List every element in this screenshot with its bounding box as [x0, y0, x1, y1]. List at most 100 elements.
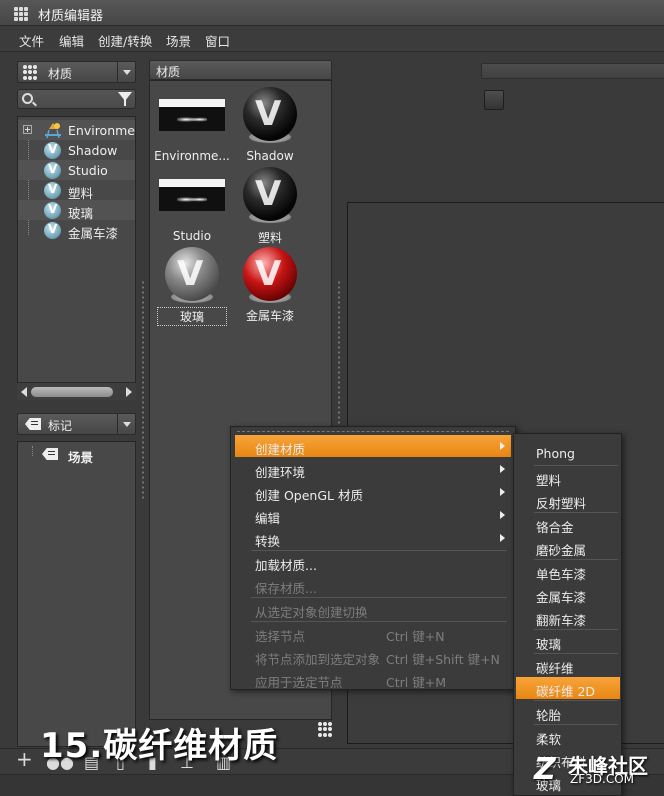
tree-horizontal-scrollbar[interactable]	[17, 382, 136, 400]
thumbnail-plastic[interactable]: V 塑料	[231, 161, 309, 245]
menu-edit[interactable]: 编辑	[59, 31, 84, 50]
preview-toolbar[interactable]	[481, 63, 664, 79]
library-search[interactable]	[17, 89, 136, 109]
tree-item-label: 金属车漆	[68, 226, 119, 241]
thumbnail-shadow[interactable]: V Shadow	[231, 81, 309, 163]
scroll-right-icon[interactable]	[126, 387, 132, 397]
tree-item-plastic[interactable]: 塑料	[18, 180, 135, 201]
ctx-create-material[interactable]: 创建材质	[235, 435, 511, 457]
material-ball: V	[243, 167, 297, 221]
submenu-brushed-metal[interactable]: 磨砂金属	[516, 536, 620, 558]
thumbnail-label: 金属车漆	[245, 309, 294, 323]
preview-toggle[interactable]	[484, 90, 504, 110]
library-dropdown[interactable]: 材质	[17, 61, 136, 83]
filter-icon[interactable]	[118, 92, 132, 106]
thumbnail-glass[interactable]: V 玻璃	[153, 241, 231, 326]
ctx-create-opengl-material[interactable]: 创建 OpenGL 材质	[235, 481, 511, 503]
submenu-chrome[interactable]: 铬合金	[516, 513, 620, 535]
tree-item-label: Shadow	[68, 143, 118, 158]
create-material-submenu: Phong 塑料 反射塑料 铬合金 磨砂金属 单色车漆 金属车漆 翻新车漆 玻璃…	[513, 433, 622, 796]
chevron-down-icon[interactable]	[117, 414, 135, 434]
ctx-select-nodes[interactable]: 选择节点 Ctrl 键+N	[235, 622, 511, 644]
menu-window[interactable]: 窗口	[205, 31, 230, 50]
submenu-unicolor-paint[interactable]: 单色车漆	[516, 560, 620, 582]
tag-item-label: 场景	[68, 450, 94, 465]
thumbnail-label: 玻璃	[157, 307, 227, 326]
tag-icon	[25, 418, 41, 430]
material-v-icon	[44, 162, 61, 179]
tree-item-shadow[interactable]: Shadow	[18, 140, 135, 160]
submenu-arrow-icon	[500, 534, 505, 542]
shortcut: Ctrl 键+M	[386, 675, 446, 690]
thumbnail-metallic-paint[interactable]: V 金属车漆	[231, 241, 309, 323]
submenu-metallic-paint[interactable]: 金属车漆	[516, 583, 620, 605]
tree-item-environment[interactable]: Environment	[18, 120, 135, 140]
submenu-arrow-icon	[500, 488, 505, 496]
environment-preview	[159, 99, 225, 131]
grid-icon	[23, 65, 38, 80]
material-v-icon	[44, 142, 61, 159]
tutorial-caption: 15.碳纤维材质	[40, 726, 279, 766]
scroll-thumb[interactable]	[31, 387, 113, 397]
submenu-glass[interactable]: 玻璃	[516, 630, 620, 652]
add-icon[interactable]: +	[16, 749, 33, 769]
submenu-flip-flop-paint[interactable]: 翻新车漆	[516, 606, 620, 628]
shortcut: Ctrl 键+Shift 键+N	[386, 652, 500, 667]
tags-list: 场景	[17, 441, 136, 747]
tag-item-scene[interactable]: 场景	[18, 444, 135, 465]
ctx-load-material[interactable]: 加载材质...	[235, 551, 511, 573]
ctx-save-material[interactable]: 保存材质...	[235, 574, 511, 596]
watermark: Z 朱峰社区 ZF3D.COM	[530, 750, 660, 790]
material-ball: V	[243, 87, 297, 141]
tear-off-line[interactable]	[237, 431, 509, 432]
submenu-carbon-fiber-2d[interactable]: 碳纤维 2D	[516, 677, 620, 699]
submenu-carbon-fiber[interactable]: 碳纤维	[516, 654, 620, 676]
tree-item-studio[interactable]: Studio	[18, 160, 135, 180]
menu-create-convert[interactable]: 创建/转换	[98, 31, 152, 50]
submenu-reflective-plastic[interactable]: 反射塑料	[516, 489, 620, 511]
thumbnails-header: 材质	[149, 60, 332, 80]
context-menu: 创建材质 创建环境 创建 OpenGL 材质 编辑 转换 加载材质... 保存材…	[230, 426, 516, 690]
environment-icon	[45, 123, 61, 139]
material-ball: V	[165, 247, 219, 301]
thumbnail-studio[interactable]: Studio	[153, 161, 231, 243]
ctx-edit[interactable]: 编辑	[235, 504, 511, 526]
chevron-down-icon[interactable]	[117, 62, 135, 82]
tree-item-label: Environment	[68, 123, 135, 138]
tags-dropdown[interactable]: 标记	[17, 413, 136, 435]
ctx-add-nodes-to-selection[interactable]: 将节点添加到选定对象 Ctrl 键+Shift 键+N	[235, 645, 511, 667]
thumbnail-environment[interactable]: Environme...	[153, 81, 231, 163]
menu-file[interactable]: 文件	[19, 31, 44, 50]
splitter-grip[interactable]	[141, 280, 145, 500]
submenu-plastic[interactable]: 塑料	[516, 466, 620, 488]
ctx-create-environment[interactable]: 创建环境	[235, 458, 511, 480]
tag-icon	[42, 448, 58, 460]
watermark-url: ZF3D.COM	[570, 772, 634, 786]
ctx-create-switch[interactable]: 从选定对象创建切换	[235, 598, 511, 620]
submenu-soft[interactable]: 柔软	[516, 725, 620, 747]
expand-icon[interactable]	[23, 125, 32, 134]
ctx-convert[interactable]: 转换	[235, 527, 511, 549]
material-v-icon	[44, 202, 61, 219]
grid-icon[interactable]	[318, 722, 333, 737]
submenu-tire[interactable]: 轮胎	[516, 701, 620, 723]
material-ball: V	[243, 247, 297, 301]
menu-scene[interactable]: 场景	[166, 31, 191, 50]
window-title: 材质编辑器	[38, 9, 104, 24]
submenu-arrow-icon	[500, 465, 505, 473]
tree-item-glass[interactable]: 玻璃	[18, 200, 135, 221]
material-v-icon	[44, 182, 61, 199]
submenu-arrow-icon	[500, 511, 505, 519]
search-icon	[22, 93, 33, 104]
thumbnails-header-label: 材质	[156, 65, 181, 79]
tree-item-metallic-paint[interactable]: 金属车漆	[18, 220, 135, 241]
environment-preview	[159, 179, 225, 211]
ctx-apply-to-selected-nodes[interactable]: 应用于选定节点 Ctrl 键+M	[235, 668, 511, 690]
library-dropdown-label: 材质	[48, 67, 73, 81]
app-grid-icon	[14, 7, 28, 21]
submenu-phong[interactable]: Phong	[516, 442, 620, 464]
scroll-left-icon[interactable]	[21, 387, 27, 397]
search-input[interactable]	[38, 91, 114, 107]
title-bar: 材质编辑器	[0, 0, 664, 26]
tags-dropdown-label: 标记	[48, 419, 73, 433]
